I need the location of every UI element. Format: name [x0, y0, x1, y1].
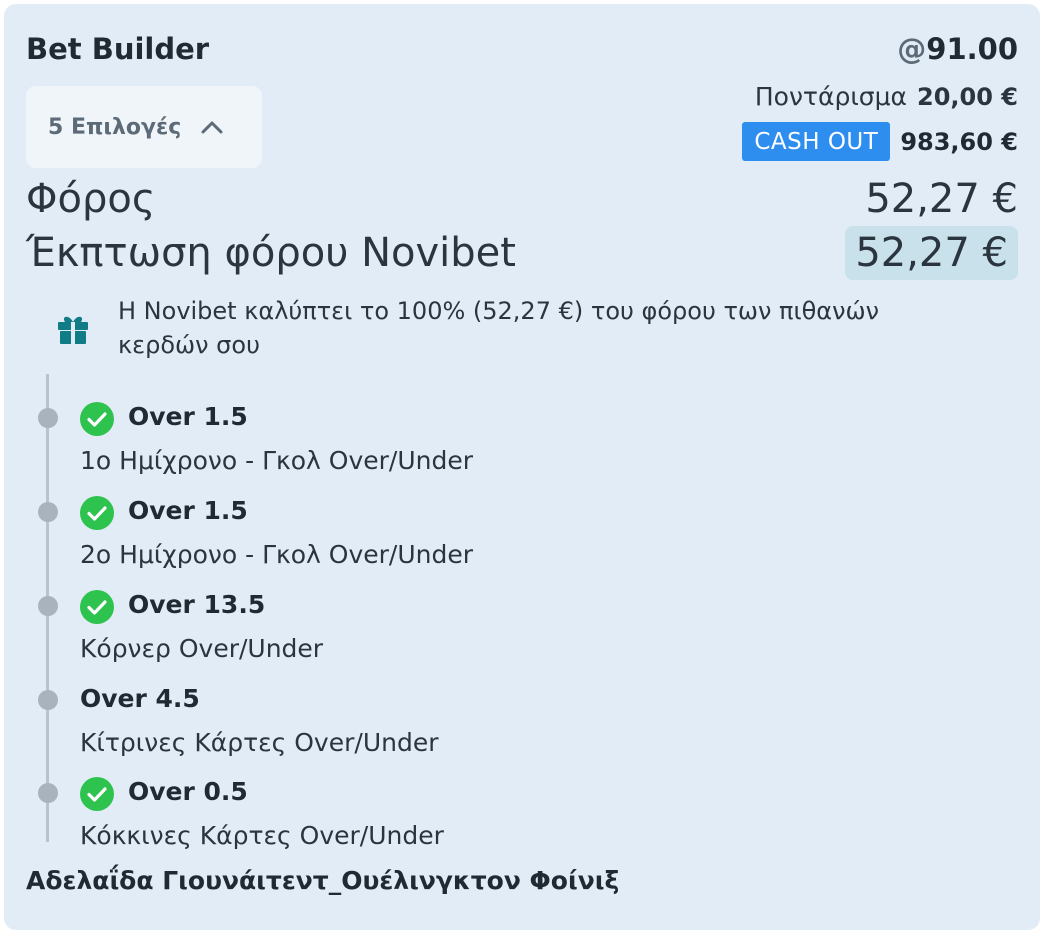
tax-rebate-amount: 52,27 € — [845, 226, 1018, 280]
stake-row: Ποντάρισμα 20,00 € — [755, 82, 1018, 111]
stake-label: Ποντάρισμα — [754, 82, 908, 111]
total-odds: @91.00 — [897, 32, 1018, 66]
leg-market: 2ο Ημίχρονο - Γκολ Over/Under — [80, 540, 474, 569]
leg-market: 1ο Ημίχρονο - Γκολ Over/Under — [80, 446, 474, 475]
odds-value: 91.00 — [926, 32, 1018, 66]
leg-selection: Over 1.5 — [128, 402, 248, 431]
cashout-row: CASH OUT 983,60 € — [742, 122, 1018, 161]
leg-selection: Over 13.5 — [128, 590, 266, 619]
tax-amount: 52,27 € — [865, 176, 1018, 222]
leg-market: Κίτρινες Κάρτες Over/Under — [80, 728, 439, 757]
timeline-dot — [38, 596, 58, 616]
timeline-dot — [38, 408, 58, 428]
cashout-amount: 983,60 € — [900, 127, 1018, 156]
leg-selection: Over 1.5 — [128, 496, 248, 525]
leg-selection: Over 4.5 — [80, 684, 200, 713]
bet-type-title: Bet Builder — [26, 32, 210, 66]
odds-prefix: @ — [897, 32, 927, 66]
tax-label: Φόρος — [26, 176, 156, 222]
cashout-button[interactable]: CASH OUT — [742, 122, 891, 161]
match-name: Αδελαΐδα Γιουνάιτεντ_Ουέλινγκτον Φοίνιξ — [26, 866, 620, 895]
selections-toggle-button[interactable]: 5 Επιλογές — [26, 86, 262, 168]
timeline-dot — [38, 690, 58, 710]
check-circle-icon — [80, 777, 114, 811]
check-circle-icon — [80, 402, 114, 436]
leg-market: Κόρνερ Over/Under — [80, 634, 324, 663]
timeline-dot — [38, 783, 58, 803]
check-circle-icon — [80, 590, 114, 624]
tax-info-text: Η Novibet καλύπτει το 100% (52,27 €) του… — [118, 297, 880, 359]
gift-icon — [56, 312, 90, 346]
leg-selection: Over 0.5 — [128, 777, 248, 806]
tax-rebate-label: Έκπτωση φόρου Novibet — [26, 230, 516, 276]
leg-market: Κόκκινες Κάρτες Over/Under — [80, 821, 444, 850]
stake-amount: 20,00 € — [917, 83, 1018, 111]
timeline-dot — [38, 502, 58, 522]
chevron-up-icon — [201, 120, 223, 134]
bet-card: Bet Builder @91.00 5 Επιλογές Ποντάρισμα… — [4, 4, 1040, 930]
selections-label: 5 Επιλογές — [48, 114, 182, 140]
check-circle-icon — [80, 496, 114, 530]
